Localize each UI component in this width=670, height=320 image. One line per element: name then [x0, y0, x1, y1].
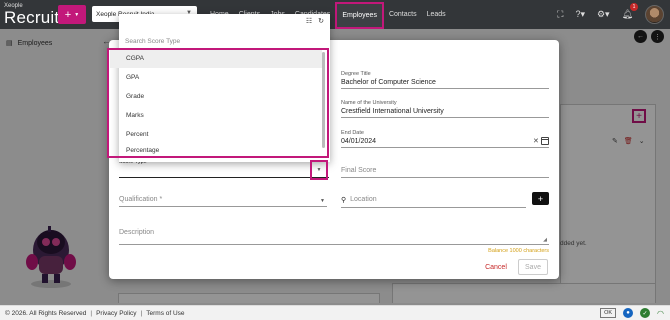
final-score-field[interactable]: Final Score [341, 167, 549, 178]
university-label: Name of the University [341, 100, 397, 106]
divider: | [140, 309, 143, 317]
nav-employees[interactable]: Employees [335, 1, 384, 29]
footer: © 2026. All Rights Reserved | Privacy Po… [0, 305, 670, 320]
end-date-label: End Date [341, 130, 364, 136]
option-marks[interactable]: Marks [126, 106, 322, 125]
logo-title: Recruit [4, 8, 60, 27]
avatar[interactable] [645, 5, 664, 24]
description-textarea[interactable]: Description [119, 229, 549, 245]
footer-status-icons: OK ● ✓ ◠ [600, 308, 664, 318]
help-icon[interactable]: ?▾ [575, 9, 585, 20]
qualification-field[interactable]: Qualification * ▼ [119, 196, 327, 207]
chevron-down-icon: ▼ [316, 167, 322, 173]
fullscreen-icon[interactable]: ⛶ [557, 9, 563, 20]
terms-of-use-link[interactable]: Terms of Use [146, 310, 184, 317]
location-field[interactable]: ⚲ Location [341, 196, 526, 208]
add-location-button[interactable]: + [532, 192, 549, 205]
option-percent[interactable]: Percent [126, 125, 322, 144]
option-percentage[interactable]: Percentage [126, 144, 322, 156]
user-icon[interactable]: ● [623, 308, 634, 318]
bell-icon[interactable]: 🔔︎ 1 [622, 3, 638, 20]
filter-icon[interactable]: ☷ [306, 17, 312, 25]
top-navbar: Xeople Recruit + ▼ Xeople Recruit India … [0, 0, 670, 29]
qualification-select[interactable]: Qualification * [119, 196, 327, 207]
option-grade[interactable]: Grade [126, 87, 322, 106]
university-field[interactable]: Name of the University Crestfield Intern… [341, 100, 549, 118]
check-icon[interactable]: ✓ [640, 308, 651, 318]
location-pin-icon: ⚲ [341, 197, 347, 204]
score-type-input[interactable] [119, 165, 329, 178]
calendar-icon[interactable] [541, 137, 549, 145]
notification-badge: 1 [630, 3, 638, 11]
app-logo[interactable]: Xeople Recruit [4, 3, 59, 26]
description-field[interactable]: Description ◢ [119, 229, 549, 245]
location-input[interactable]: ⚲ Location [341, 196, 526, 208]
quick-add-label: + [64, 8, 72, 21]
nav-leads[interactable]: Leads [422, 0, 451, 29]
university-value: Crestfield International University [341, 108, 549, 118]
clear-icon[interactable]: ✕ [533, 137, 539, 145]
location-placeholder: Location [350, 196, 377, 203]
degree-title-field[interactable]: Degree Title Bachelor of Computer Scienc… [341, 71, 549, 89]
nav-contacts[interactable]: Contacts [384, 0, 422, 29]
chevron-down-icon: ▼ [74, 11, 80, 18]
quick-add-button[interactable]: + ▼ [58, 5, 86, 24]
degree-title-value: Bachelor of Computer Science [341, 79, 549, 89]
option-cgpa[interactable]: CGPA [110, 49, 322, 68]
refresh-icon[interactable]: ↻ [318, 17, 324, 25]
privacy-policy-link[interactable]: Privacy Policy [96, 310, 136, 317]
end-date-value: 04/01/2024 [341, 138, 549, 148]
dropdown-scrollbar[interactable] [322, 52, 325, 148]
chevron-down-icon: ▼ [320, 198, 325, 204]
score-type-dropdown-toggle[interactable]: ▼ [310, 160, 328, 180]
status-badge: OK [600, 308, 617, 318]
end-date-field[interactable]: End Date 04/01/2024 [341, 130, 549, 148]
resize-handle-icon[interactable]: ◢ [543, 237, 547, 243]
copyright-text: © 2026. All Rights Reserved [5, 309, 87, 317]
cancel-button[interactable]: Cancel [478, 259, 514, 275]
degree-title-label: Degree Title [341, 71, 371, 77]
option-gpa[interactable]: GPA [126, 68, 322, 87]
final-score-input[interactable]: Final Score [341, 167, 549, 178]
divider: | [90, 309, 93, 317]
save-button[interactable]: Save [518, 259, 548, 275]
character-count: Balance 1000 characters [488, 248, 549, 254]
gear-icon[interactable]: ⚙▾ [597, 9, 610, 20]
top-right-icons: ⛶ ?▾ ⚙▾ 🔔︎ 1 [557, 0, 670, 29]
dropdown-toolbar: ☷ ↻ [306, 17, 324, 25]
wifi-icon: ◠ [657, 308, 664, 318]
